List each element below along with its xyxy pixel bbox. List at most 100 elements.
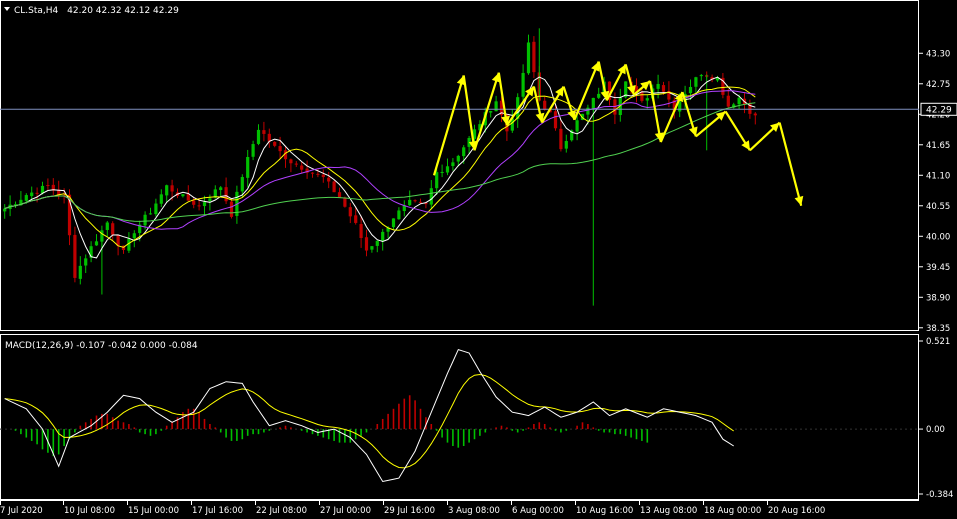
candle-body — [575, 120, 579, 132]
forecast-arrowhead-icon — [794, 195, 804, 206]
candle-body — [699, 75, 703, 77]
price-tick-label: 43.30 — [926, 49, 950, 59]
price-panel-border — [0, 0, 919, 331]
candle-body — [78, 265, 82, 279]
candle-body — [143, 214, 147, 226]
price-tick-label: 39.45 — [926, 263, 950, 273]
candle-body — [521, 72, 525, 97]
candle-body — [300, 165, 304, 170]
time-tick-label: 3 Aug 08:00 — [448, 506, 500, 516]
candle-body — [435, 172, 439, 189]
candle-body — [256, 129, 261, 144]
price-tick-label: 41.65 — [926, 141, 950, 151]
ohlc-values: 42.20 42.32 42.12 42.29 — [67, 6, 179, 16]
candle-body — [440, 171, 444, 173]
candle-body — [413, 200, 417, 202]
candle-body — [132, 233, 136, 239]
candle-body — [381, 231, 385, 242]
macd-panel-border — [0, 334, 919, 500]
moving-averages — [4, 76, 756, 259]
time-tick-label: 17 Jul 16:00 — [192, 506, 243, 516]
candle-body — [391, 218, 396, 228]
candle-body — [73, 234, 77, 278]
candle-body — [726, 95, 730, 107]
candle-body — [148, 213, 153, 215]
candle-body — [294, 163, 298, 165]
chart-window: 43.3042.7542.2041.6541.1040.5540.0039.45… — [0, 0, 957, 519]
time-tick-label: 15 Jul 00:00 — [128, 506, 179, 516]
candle-body — [111, 223, 115, 235]
candle-body — [159, 194, 163, 204]
price-axis: 43.3042.7542.2041.6541.1040.5540.0039.45… — [919, 49, 950, 334]
candle-body — [310, 172, 315, 174]
ma_long-line — [4, 102, 756, 222]
candle-body — [224, 187, 228, 202]
candle-body — [737, 97, 741, 105]
candle-body — [316, 173, 320, 175]
candle-body — [462, 147, 466, 157]
candle-body — [84, 258, 88, 266]
macd-tick-label: 0.521 — [926, 337, 950, 347]
candle-body — [451, 162, 455, 167]
macd-axis: 0.521 0.00 -0.384 — [919, 337, 953, 500]
candle-body — [456, 155, 460, 162]
time-tick-label: 20 Aug 16:00 — [768, 506, 825, 516]
price-tick-label: 42.75 — [926, 80, 950, 90]
forecast-arrows — [432, 61, 804, 207]
dropdown-triangle-icon[interactable] — [4, 7, 10, 11]
candle-body — [445, 166, 450, 173]
forecast-segment — [473, 72, 500, 151]
time-tick-label: 7 Jul 2020 — [0, 506, 43, 516]
candle-body — [240, 177, 244, 192]
candle-body — [321, 174, 325, 178]
time-tick-label: 10 Aug 16:00 — [576, 506, 633, 516]
candle-body — [46, 185, 50, 187]
candle-body — [181, 194, 185, 197]
candle-body — [154, 203, 158, 215]
candle-body — [564, 141, 568, 149]
candle-body — [94, 241, 99, 246]
candle-body — [586, 107, 590, 115]
macd-tick-label: -0.384 — [926, 490, 953, 500]
candle-body — [208, 198, 212, 202]
current-price-badge: 42.29 — [920, 102, 957, 116]
chart-canvas[interactable]: 43.3042.7542.2041.6541.1040.5540.0039.45… — [0, 0, 957, 519]
candle-body — [3, 208, 7, 212]
candle-body — [348, 207, 352, 217]
candle-body — [559, 128, 563, 150]
candle-body — [219, 187, 223, 191]
candle-body — [30, 192, 34, 197]
current-price-label: 42.29 — [926, 105, 952, 115]
svg-text:CL.Sta,H4 42.20 42.32: CL.Sta,H4 42.20 42.32 42.12 42.29 — [14, 6, 179, 16]
candle-body — [165, 185, 169, 196]
price-tick-label: 38.35 — [926, 324, 950, 334]
candle-body — [489, 111, 493, 113]
candle-body — [526, 42, 531, 74]
candlestick-series — [3, 28, 757, 306]
candle-body — [640, 91, 644, 101]
candle-body — [597, 93, 601, 98]
candle-body — [661, 85, 666, 92]
candle-body — [343, 197, 347, 207]
candle-body — [370, 246, 374, 250]
price-tick-label: 38.90 — [926, 293, 950, 303]
candle-body — [192, 200, 196, 205]
candle-body — [375, 240, 379, 246]
candle-body — [337, 192, 342, 198]
macd-tick-label: 0.00 — [926, 425, 945, 435]
candle-body — [364, 237, 369, 251]
candle-body — [24, 195, 28, 201]
symbol-label: CL.Sta,H4 — [14, 6, 59, 16]
candle-body — [688, 86, 693, 94]
macd-main-line — [4, 348, 734, 483]
ma_slow-line — [4, 90, 756, 230]
candle-body — [289, 159, 293, 164]
candle-body — [408, 199, 412, 206]
candle-body — [418, 201, 423, 203]
time-tick-label: 10 Jul 08:00 — [64, 506, 115, 516]
time-tick-label: 22 Jul 08:00 — [256, 506, 307, 516]
time-tick-label: 13 Aug 08:00 — [640, 506, 697, 516]
macd-lines — [4, 348, 734, 483]
candle-body — [656, 83, 660, 89]
candle-body — [397, 210, 401, 220]
